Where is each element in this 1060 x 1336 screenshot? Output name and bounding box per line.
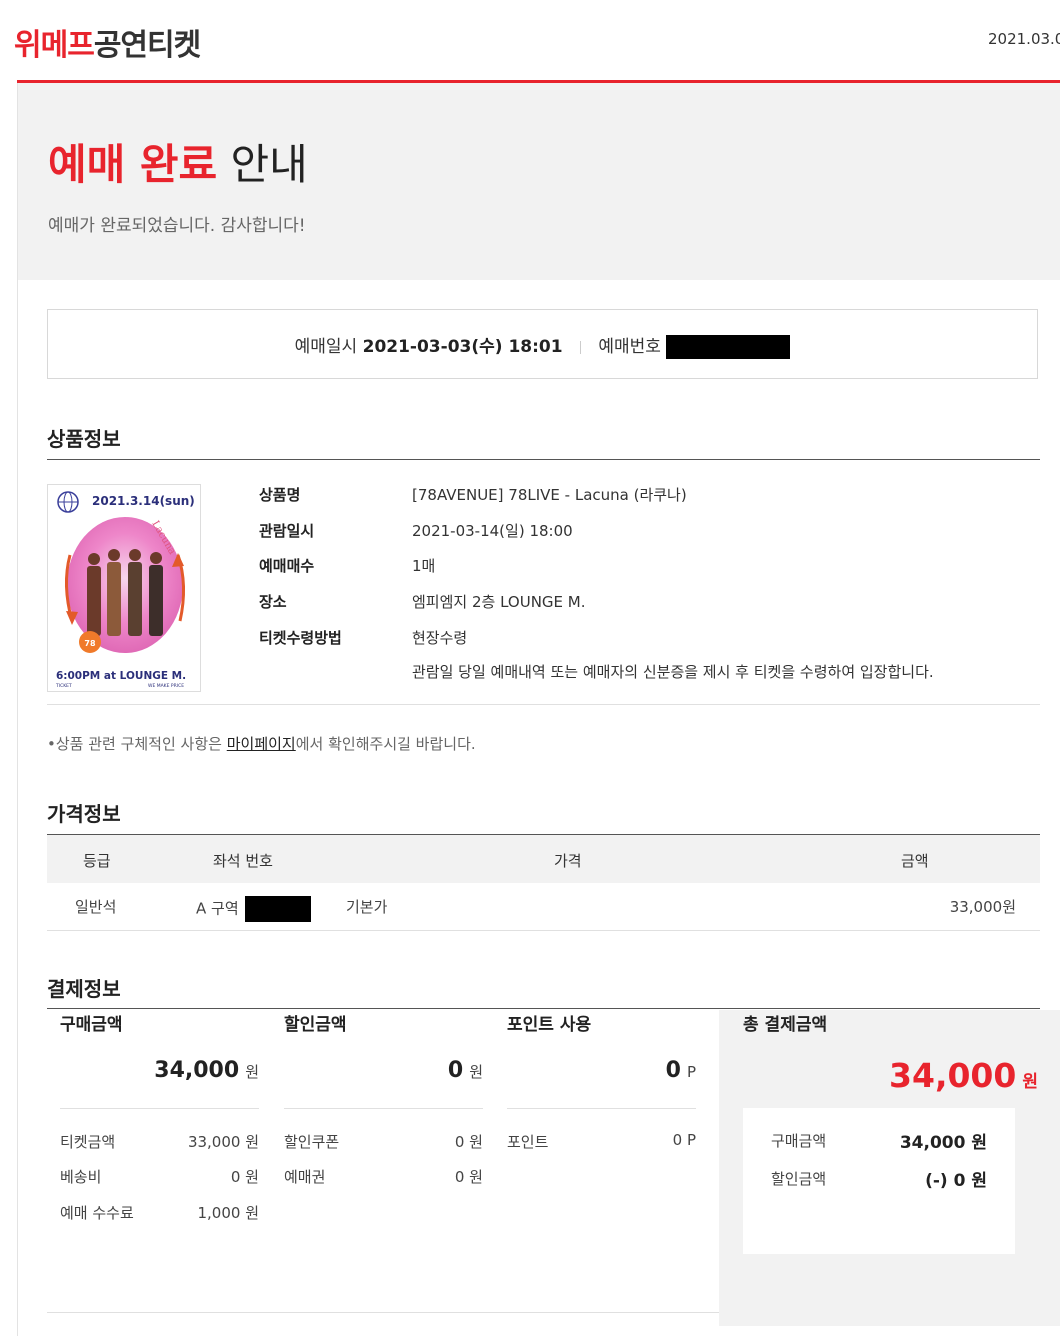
purchase-amount-value: 34,000 [154, 1058, 240, 1083]
points-value: 0 P [672, 1131, 696, 1149]
reservation-number-label: 예매번호 [598, 337, 661, 357]
reservation-date-value: 2021-03-03(수) 18:01 [362, 337, 563, 357]
page-subtitle: 예매가 완료되었습니다. 감사합니다! [48, 216, 306, 236]
reservation-date-label: 예매일시 [294, 337, 358, 357]
redacted-seat-number [245, 896, 312, 922]
reservation-line: 예매일시 2021-03-03(수) 18:01 예매번호 [48, 332, 1037, 359]
reservation-summary: 예매일시 2021-03-03(수) 18:01 예매번호 [47, 309, 1038, 379]
col-amount: 금액 [901, 852, 929, 870]
title-highlight: 예매 완료 [48, 140, 218, 189]
delivery-fee-label: 베송비 [60, 1168, 102, 1186]
coupon-label: 할인쿠폰 [284, 1133, 340, 1151]
row-price-type: 기본가 [346, 898, 388, 916]
row-amount: 33,000원 [949, 898, 1016, 916]
points-amount-unit: P [686, 1063, 696, 1081]
page-title: 예매 완료 안내 [48, 131, 308, 192]
total-payment-panel: 34,000 원 구매금액 34,000 원 할인금액 (-) 0 원 [719, 1010, 1060, 1326]
ticket-amount-value: 33,000 원 [187, 1133, 259, 1151]
pickup-note: 관람일 당일 예매내역 또는 예매자의 신분증을 제시 후 티켓을 수령하여 입… [412, 663, 934, 681]
hero-banner: 예매 완료 안내 예매가 완료되었습니다. 감사합니다! [18, 83, 1060, 280]
total-amount-unit: 원 [1022, 1072, 1038, 1092]
divider [579, 340, 581, 354]
coupon-value: 0 원 [454, 1133, 483, 1151]
points-amount-value: 0 [665, 1058, 681, 1083]
purchase-amount: 34,000 원 [60, 1058, 259, 1083]
pickup-method-label: 티켓수령방법 [259, 629, 342, 647]
poster-date: 2021.3.14(sun) [92, 494, 195, 508]
notice-suffix: 에서 확인해주시길 바랍니다. [295, 735, 476, 753]
logo-service: 공연티켓 [93, 28, 201, 63]
points-amount: 0P [507, 1058, 696, 1083]
delivery-fee-value: 0 원 [230, 1168, 259, 1186]
column-rule [507, 1108, 696, 1109]
poster-image: 2021.3.14(sun) Lacuna 78 6:00PM at LOUNG… [47, 484, 201, 692]
notice-prefix: •상품 관련 구체적인 사항은 [47, 735, 227, 753]
product-name-value: [78AVENUE] 78LIVE - Lacuna (라쿠나) [412, 486, 687, 504]
total-discount-value: (-) 0 원 [925, 1171, 987, 1191]
product-name-label: 상품명 [259, 486, 301, 504]
total-discount-label: 할인금액 [771, 1170, 827, 1188]
ticket-count-label: 예매매수 [259, 557, 315, 575]
discount-title: 할인금액 [284, 1015, 347, 1035]
row-grade: 일반석 [75, 898, 117, 916]
show-datetime-label: 관람일시 [259, 522, 315, 540]
product-section-title: 상품정보 [47, 427, 121, 451]
redacted-reservation-number [666, 335, 791, 359]
show-datetime-value: 2021-03-14(일) 18:00 [412, 522, 573, 540]
section-rule [47, 704, 1040, 705]
payment-bottom-rule [47, 1312, 719, 1313]
total-purchase-label: 구매금액 [771, 1132, 827, 1150]
total-amount: 34,000 원 [889, 1056, 1038, 1095]
row-seat: A 구역 [196, 896, 312, 922]
discount-amount-value: 0 [447, 1058, 464, 1083]
poster-footer: 6:00PM at LOUNGE M. [56, 670, 186, 682]
ticket-count-value: 1매 [412, 557, 436, 575]
discount-amount: 0원 [284, 1058, 483, 1083]
total-amount-value: 34,000 [889, 1056, 1017, 1095]
points-label: 포인트 [507, 1133, 549, 1151]
total-purchase-value: 34,000 원 [899, 1133, 987, 1153]
mypage-link[interactable]: 마이페이지 [227, 735, 296, 753]
col-seat: 좌석 번호 [213, 852, 273, 870]
purchase-title: 구매금액 [60, 1015, 123, 1035]
discount-amount-unit: 원 [469, 1063, 483, 1081]
points-title: 포인트 사용 [507, 1015, 592, 1035]
voucher-label: 예매권 [284, 1168, 326, 1186]
column-rule [60, 1108, 259, 1109]
col-grade: 등급 [83, 852, 111, 870]
pickup-method-value: 현장수령 [412, 629, 468, 647]
purchase-amount-unit: 원 [245, 1063, 259, 1081]
col-price: 가격 [554, 852, 582, 870]
venue-value: 엠피엠지 2층 LOUNGE M. [412, 593, 586, 611]
seat-zone: A 구역 [196, 899, 239, 918]
column-rule [284, 1108, 483, 1109]
poster-small-left: TICKET [55, 683, 72, 689]
section-rule [47, 459, 1040, 460]
venue-label: 장소 [259, 593, 287, 611]
poster-small-right: WE MAKE PRICE [148, 683, 184, 689]
title-rest: 안내 [230, 140, 308, 189]
logo-brand: 위메프 [14, 28, 95, 63]
table-rule [47, 930, 1040, 931]
poster-badge: 78 [84, 639, 96, 648]
booking-fee-value: 1,000 원 [197, 1204, 259, 1222]
ticket-amount-label: 티켓금액 [60, 1133, 116, 1151]
email-date: 2021.03.0 [988, 30, 1060, 48]
section-rule [47, 1008, 1040, 1009]
price-table-header: 등급 좌석 번호 가격 금액 [47, 834, 1040, 883]
payment-section-title: 결제정보 [47, 977, 121, 1001]
booking-fee-label: 예매 수수료 [60, 1204, 134, 1222]
total-breakdown: 구매금액 34,000 원 할인금액 (-) 0 원 [743, 1108, 1015, 1254]
poster-art: 2021.3.14(sun) Lacuna 78 6:00PM at LOUNG… [48, 485, 200, 691]
total-title: 총 결제금액 [743, 1015, 828, 1035]
brand-logo[interactable]: 위메프공연티켓 [14, 20, 201, 64]
price-section-title: 가격정보 [47, 802, 121, 826]
product-notice: •상품 관련 구체적인 사항은 마이페이지에서 확인해주시길 바랍니다. [47, 733, 476, 754]
voucher-value: 0 원 [454, 1168, 483, 1186]
